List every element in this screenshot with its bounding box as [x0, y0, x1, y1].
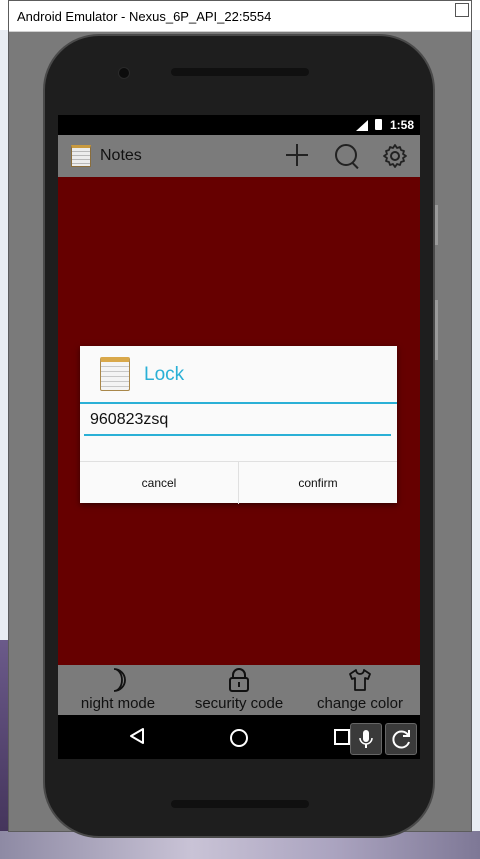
change-color-button[interactable]: change color: [308, 665, 412, 715]
shirt-icon: [349, 669, 371, 691]
change-color-label: change color: [317, 695, 403, 712]
battery-icon: [375, 119, 382, 130]
add-icon[interactable]: [286, 144, 308, 166]
top-speaker: [171, 68, 309, 76]
recent-apps-icon[interactable]: [334, 729, 350, 745]
moon-icon: [113, 668, 126, 692]
rotate-icon: [392, 730, 410, 749]
home-icon[interactable]: [230, 729, 248, 747]
volume-rocker[interactable]: [435, 300, 438, 360]
confirm-button[interactable]: confirm: [239, 462, 397, 504]
navigation-bar: [58, 715, 420, 759]
gear-icon[interactable]: [382, 143, 408, 169]
microphone-icon: [359, 730, 373, 748]
window-title: Android Emulator - Nexus_6P_API_22:5554: [17, 9, 272, 24]
notes-app-icon: [71, 145, 91, 167]
status-bar: 1:58: [58, 115, 420, 135]
bottom-toolbar: night mode security code change color: [58, 665, 420, 715]
cancel-button[interactable]: cancel: [80, 462, 238, 504]
rotate-button[interactable]: [385, 723, 417, 755]
security-code-label: security code: [194, 695, 284, 712]
desktop-wallpaper-art: [0, 640, 8, 859]
power-button[interactable]: [435, 205, 438, 245]
dialog-button-row: cancel confirm: [80, 461, 397, 504]
search-icon[interactable]: [335, 144, 357, 166]
password-input[interactable]: [84, 406, 391, 436]
status-time: 1:58: [389, 118, 414, 132]
night-mode-label: night mode: [80, 695, 156, 712]
back-icon[interactable]: [128, 727, 146, 745]
desktop-background-right: [472, 30, 480, 859]
bottom-speaker: [171, 800, 309, 808]
window-titlebar[interactable]: Android Emulator - Nexus_6P_API_22:5554: [9, 1, 471, 32]
lock-dialog: Lock cancel confirm: [80, 346, 397, 504]
microphone-button[interactable]: [350, 723, 382, 755]
app-title: Notes: [100, 147, 142, 164]
notes-app-icon: [100, 357, 130, 391]
signal-icon: [356, 120, 368, 131]
front-camera: [118, 67, 130, 79]
maximize-button[interactable]: [455, 3, 469, 17]
night-mode-button[interactable]: night mode: [68, 665, 168, 715]
app-bar: Notes: [58, 135, 420, 177]
device-screen: 1:58 Notes Lock cancel confirm night mod…: [58, 115, 420, 759]
security-code-button[interactable]: security code: [186, 665, 292, 715]
title-divider: [80, 402, 397, 404]
lock-icon: [229, 668, 249, 692]
dialog-title: Lock: [144, 364, 185, 385]
